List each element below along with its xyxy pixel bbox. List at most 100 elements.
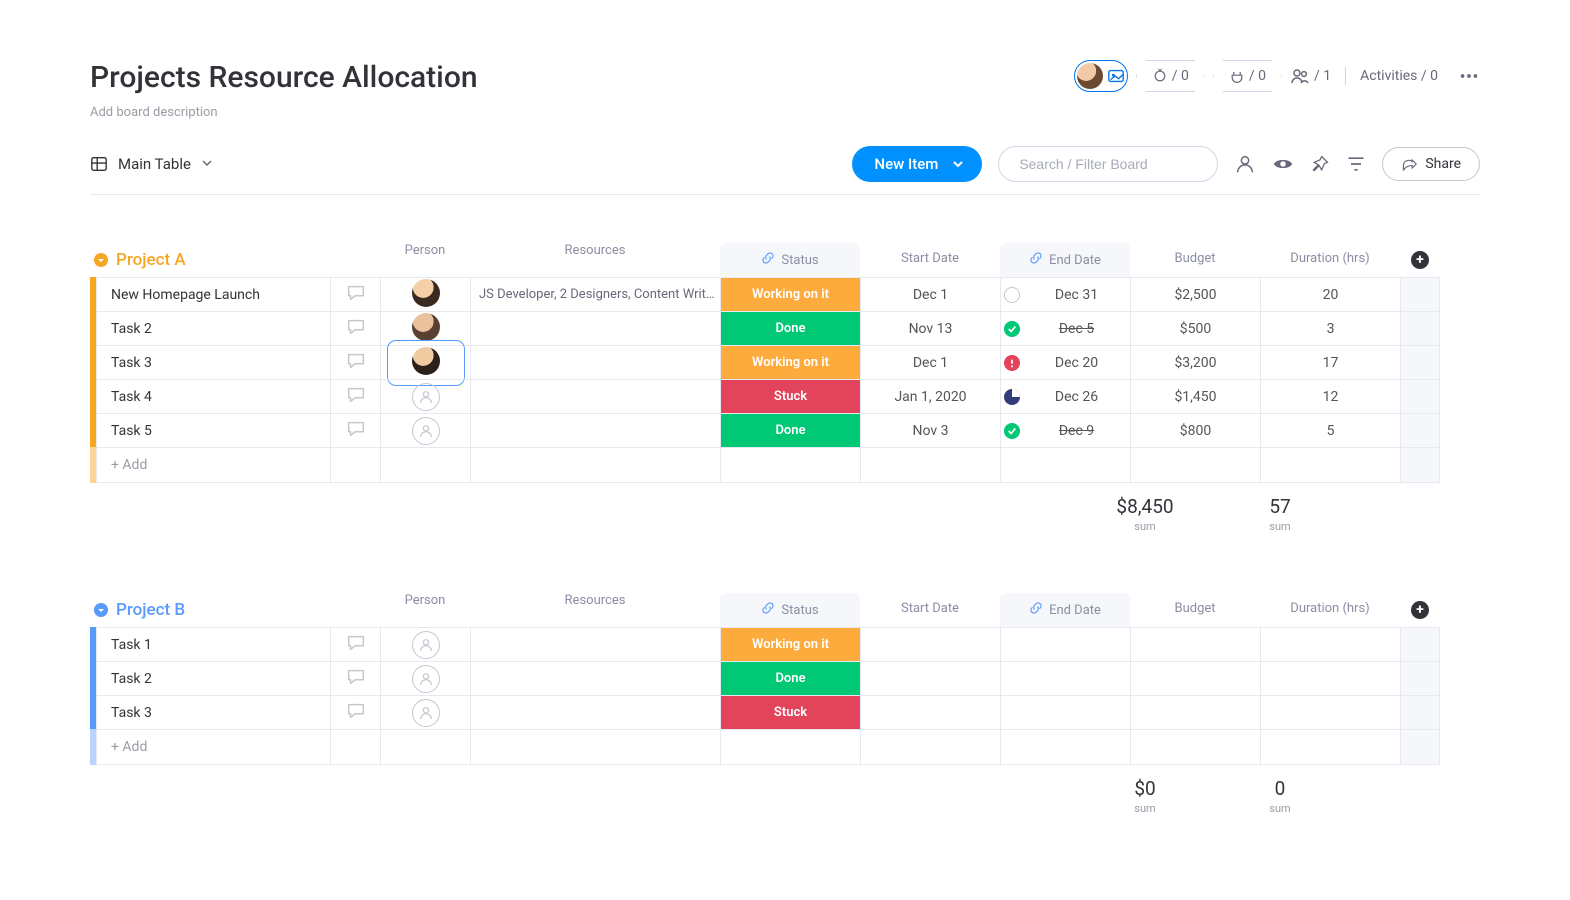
person-filter-icon[interactable]	[1234, 153, 1256, 175]
group-header[interactable]: Project A	[90, 250, 330, 270]
board-description[interactable]: Add board description	[90, 105, 478, 120]
eye-icon[interactable]	[1272, 153, 1294, 175]
table-row[interactable]: Task 5DoneNov 3Dec 9$8005	[90, 413, 1480, 447]
budget-cell[interactable]: $800	[1130, 413, 1260, 447]
column-header-duration[interactable]: Duration (hrs)	[1260, 593, 1400, 627]
table-row[interactable]: Task 2 Done	[90, 661, 1480, 695]
conversation-button[interactable]	[330, 311, 380, 345]
budget-cell[interactable]	[1130, 695, 1260, 729]
status-cell[interactable]: Done	[720, 311, 860, 345]
item-name-cell[interactable]: Task 3	[96, 695, 330, 729]
column-header-end-date[interactable]: End Date	[1000, 243, 1130, 277]
pin-icon[interactable]	[1310, 154, 1330, 174]
end-date-cell[interactable]	[1000, 695, 1130, 729]
budget-cell[interactable]: $2,500	[1130, 277, 1260, 311]
duration-cell[interactable]: 3	[1260, 311, 1400, 345]
budget-cell[interactable]: $500	[1130, 311, 1260, 345]
budget-cell[interactable]: $1,450	[1130, 379, 1260, 413]
start-date-cell[interactable]: Jan 1, 2020	[860, 379, 1000, 413]
status-cell[interactable]: Stuck	[720, 695, 860, 729]
resources-cell[interactable]	[470, 695, 720, 729]
end-date-cell[interactable]	[1000, 627, 1130, 661]
status-cell[interactable]: Working on it	[720, 345, 860, 379]
column-header-duration[interactable]: Duration (hrs)	[1260, 243, 1400, 277]
person-cell-empty[interactable]	[412, 383, 440, 411]
table-row[interactable]: Task 4StuckJan 1, 2020Dec 26$1,45012	[90, 379, 1480, 413]
status-cell[interactable]: Working on it	[720, 277, 860, 311]
add-column-button[interactable]: +	[1400, 593, 1440, 627]
column-header-status[interactable]: Status	[720, 593, 860, 627]
item-name-cell[interactable]: Task 2	[96, 311, 330, 345]
add-item-label[interactable]: + Add	[96, 447, 330, 483]
more-menu-icon[interactable]	[1458, 65, 1480, 87]
budget-cell[interactable]: $3,200	[1130, 345, 1260, 379]
start-date-cell[interactable]: Nov 3	[860, 413, 1000, 447]
status-cell[interactable]: Done	[720, 661, 860, 695]
column-header-end-date[interactable]: End Date	[1000, 593, 1130, 627]
column-header-start-date[interactable]: Start Date	[860, 593, 1000, 627]
board-title[interactable]: Projects Resource Allocation	[90, 60, 478, 95]
conversation-button[interactable]	[330, 379, 380, 413]
start-date-cell[interactable]: Dec 1	[860, 345, 1000, 379]
share-button[interactable]: Share	[1382, 147, 1480, 181]
status-cell[interactable]: Done	[720, 413, 860, 447]
conversation-button[interactable]	[330, 345, 380, 379]
column-header-budget[interactable]: Budget	[1130, 593, 1260, 627]
end-date-cell[interactable]	[1000, 661, 1130, 695]
person-cell-empty[interactable]	[412, 631, 440, 659]
resources-cell[interactable]	[470, 661, 720, 695]
members-indicator[interactable]: / 1	[1290, 66, 1331, 86]
filter-icon[interactable]	[1346, 154, 1366, 174]
new-item-button[interactable]: New Item	[852, 146, 982, 182]
budget-cell[interactable]	[1130, 661, 1260, 695]
add-column-button[interactable]: +	[1400, 243, 1440, 277]
column-header-person[interactable]: Person	[380, 243, 470, 277]
person-cell[interactable]	[412, 279, 440, 311]
duration-cell[interactable]: 17	[1260, 345, 1400, 379]
resources-cell[interactable]	[470, 379, 720, 413]
budget-cell[interactable]	[1130, 627, 1260, 661]
duration-cell[interactable]: 5	[1260, 413, 1400, 447]
item-name-cell[interactable]: Task 3	[96, 345, 330, 379]
add-item-row[interactable]: + Add	[90, 447, 1480, 483]
search-input[interactable]	[998, 146, 1218, 182]
start-date-cell[interactable]: Dec 1	[860, 277, 1000, 311]
item-name-cell[interactable]: Task 4	[96, 379, 330, 413]
column-header-resources[interactable]: Resources	[470, 593, 720, 627]
conversation-button[interactable]	[330, 661, 380, 695]
status-cell[interactable]: Stuck	[720, 379, 860, 413]
start-date-cell[interactable]	[860, 695, 1000, 729]
resources-cell[interactable]	[470, 413, 720, 447]
table-row[interactable]: Task 3 Working on itDec 1Dec 20$3,20017	[90, 345, 1480, 379]
item-name-cell[interactable]: Task 1	[96, 627, 330, 661]
table-row[interactable]: New Homepage LaunchJS Developer, 2 Desig…	[90, 277, 1480, 311]
conversation-button[interactable]	[330, 627, 380, 661]
table-row[interactable]: Task 3 Stuck	[90, 695, 1480, 729]
start-date-cell[interactable]: Nov 13	[860, 311, 1000, 345]
duration-cell[interactable]	[1260, 661, 1400, 695]
status-cell[interactable]: Working on it	[720, 627, 860, 661]
column-header-person[interactable]: Person	[380, 593, 470, 627]
column-header-resources[interactable]: Resources	[470, 243, 720, 277]
table-row[interactable]: Task 2DoneNov 13Dec 5$5003	[90, 311, 1480, 345]
duration-cell[interactable]: 20	[1260, 277, 1400, 311]
end-date-cell[interactable]: Dec 20	[1000, 345, 1130, 379]
activities-link[interactable]: Activities / 0	[1360, 68, 1438, 84]
automations-pill[interactable]: / 0	[1136, 60, 1205, 92]
item-name-cell[interactable]: Task 2	[96, 661, 330, 695]
person-cell[interactable]	[392, 345, 460, 381]
person-cell-empty[interactable]	[412, 417, 440, 445]
group-header[interactable]: Project B	[90, 600, 330, 620]
column-header-budget[interactable]: Budget	[1130, 243, 1260, 277]
resources-cell[interactable]	[470, 345, 720, 379]
board-owner-avatar[interactable]	[1074, 60, 1128, 92]
person-cell[interactable]	[412, 313, 440, 345]
duration-cell[interactable]	[1260, 627, 1400, 661]
conversation-button[interactable]	[330, 413, 380, 447]
integrations-pill[interactable]: / 0	[1213, 60, 1282, 92]
add-item-label[interactable]: + Add	[96, 729, 330, 765]
start-date-cell[interactable]	[860, 661, 1000, 695]
duration-cell[interactable]	[1260, 695, 1400, 729]
column-header-start-date[interactable]: Start Date	[860, 243, 1000, 277]
conversation-button[interactable]	[330, 277, 380, 311]
